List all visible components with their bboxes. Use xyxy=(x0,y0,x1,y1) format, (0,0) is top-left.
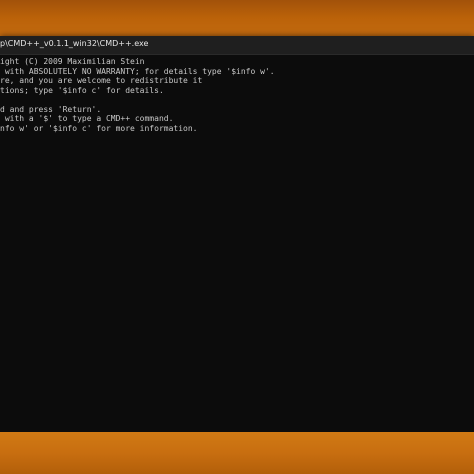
desktop-background-top xyxy=(0,0,474,36)
console-line: nfo w' or '$info c' for more information… xyxy=(0,123,198,133)
console-line: tions; type '$info c' for details. xyxy=(0,85,164,95)
console-line: re, and you are welcome to redistribute … xyxy=(0,76,203,85)
console-line: with ABSOLUTELY NO WARRANTY; for details… xyxy=(0,66,275,76)
window-title: p\CMD++_v0.1.1_win32\CMD++.exe xyxy=(0,39,149,48)
console-line: with a '$' to type a CMD++ command. xyxy=(0,114,174,123)
window-title-bar[interactable]: p\CMD++_v0.1.1_win32\CMD++.exe xyxy=(0,36,474,55)
console-window[interactable]: p\CMD++_v0.1.1_win32\CMD++.exe ight (C) … xyxy=(0,36,474,432)
console-line: d and press 'Return'. xyxy=(0,104,102,114)
console-line: ight (C) 2009 Maximilian Stein xyxy=(0,57,145,66)
desktop-background-bottom xyxy=(0,432,474,474)
console-output[interactable]: ight (C) 2009 Maximilian Stein with ABSO… xyxy=(0,55,474,432)
console-lines: ight (C) 2009 Maximilian Stein with ABSO… xyxy=(0,57,275,133)
